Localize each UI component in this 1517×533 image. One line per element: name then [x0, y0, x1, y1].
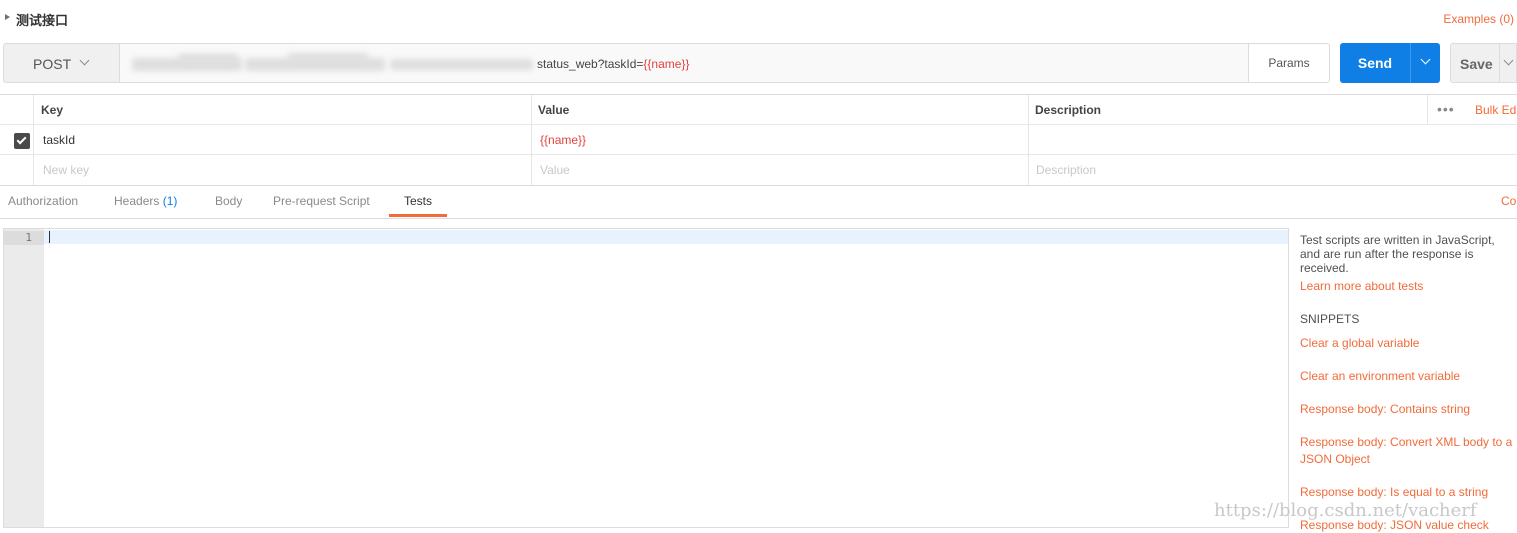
bulk-edit-link[interactable]: Bulk Ed: [1475, 95, 1516, 125]
params-table: Key Value Description ••• Bulk Ed taskId…: [0, 94, 1517, 186]
line-number: 1: [4, 231, 44, 245]
active-tab-indicator: [389, 214, 447, 217]
redacted-url-part: [178, 54, 238, 62]
tests-help-sidebar: Test scripts are written in JavaScript, …: [1300, 233, 1517, 533]
tab-pre-request-script[interactable]: Pre-request Script: [273, 194, 370, 208]
method-select[interactable]: POST: [3, 43, 120, 83]
snippets-heading: SNIPPETS: [1300, 312, 1360, 326]
tab-tests[interactable]: Tests: [404, 194, 432, 208]
redacted-url-part: [390, 59, 533, 70]
new-value-input[interactable]: Value: [540, 155, 570, 185]
new-description-input[interactable]: Description: [1036, 155, 1096, 185]
value-header: Value: [538, 103, 570, 117]
snippet-link-continued[interactable]: JSON Object: [1300, 451, 1370, 468]
tests-code-editor[interactable]: 1: [3, 228, 1289, 528]
chevron-down-icon: [79, 55, 90, 66]
snippet-link[interactable]: Response body: Is equal to a string: [1300, 484, 1488, 501]
chevron-down-icon[interactable]: [1503, 55, 1514, 66]
examples-link[interactable]: Examples (0): [1443, 12, 1514, 26]
tab-body[interactable]: Body: [215, 194, 242, 208]
divider: [1028, 125, 1029, 155]
url-input[interactable]: status_web?taskId={{name}}: [120, 43, 1250, 83]
snippet-link[interactable]: Clear a global variable: [1300, 335, 1419, 352]
url-bar: POST status_web?taskId={{name}} Params S…: [3, 43, 1517, 83]
divider: [33, 95, 34, 125]
new-key-input[interactable]: New key: [43, 155, 89, 185]
key-header: Key: [41, 103, 64, 117]
snippet-link[interactable]: Response body: Contains string: [1300, 401, 1470, 418]
request-tabs: Authorization Headers (1) Body Pre-reque…: [0, 186, 1517, 219]
table-row: taskId {{name}}: [0, 125, 1517, 155]
url-text: status_web?taskId={{name}}: [537, 57, 689, 71]
params-header-row: Key Value Description ••• Bulk Ed: [0, 95, 1517, 125]
divider: [1499, 44, 1500, 82]
send-button[interactable]: Send: [1340, 43, 1410, 83]
divider: [531, 155, 532, 185]
collapse-triangle-icon[interactable]: [5, 14, 10, 20]
snippet-link[interactable]: Response body: JSON value check: [1300, 517, 1489, 533]
param-value-input[interactable]: {{name}}: [540, 125, 586, 155]
headers-count-badge: (1): [162, 194, 178, 208]
learn-more-link[interactable]: Learn more about tests: [1300, 278, 1423, 295]
active-line-highlight: [44, 230, 1288, 244]
request-title-bar: 测试接口 Examples (0): [0, 0, 1517, 36]
new-param-row: New key Value Description: [0, 155, 1517, 185]
url-variable: {{name}}: [643, 57, 690, 71]
tab-headers-label: Headers: [114, 194, 160, 208]
divider: [33, 125, 34, 155]
url-path: status_web?taskId=: [537, 57, 644, 71]
param-enabled-checkbox[interactable]: [14, 133, 30, 149]
divider: [33, 155, 34, 185]
cookies-link[interactable]: Co: [1501, 194, 1516, 208]
param-key-input[interactable]: taskId: [43, 125, 75, 155]
save-label: Save: [1460, 56, 1493, 72]
more-options-icon[interactable]: •••: [1437, 95, 1457, 125]
save-button[interactable]: Save: [1450, 43, 1517, 83]
redacted-url-part: [288, 53, 368, 61]
checkmark-icon: [16, 134, 27, 145]
divider: [1028, 155, 1029, 185]
snippet-link[interactable]: Clear an environment variable: [1300, 368, 1460, 385]
description-header: Description: [1035, 103, 1102, 117]
divider: [1427, 95, 1428, 125]
tab-headers[interactable]: Headers (1): [114, 194, 177, 208]
text-cursor: [49, 231, 50, 243]
tests-description: Test scripts are written in JavaScript, …: [1300, 233, 1495, 275]
method-label: POST: [33, 56, 72, 72]
tab-authorization[interactable]: Authorization: [8, 194, 78, 208]
divider: [531, 125, 532, 155]
divider: [1028, 95, 1029, 125]
send-dropdown-button[interactable]: [1410, 43, 1440, 83]
line-number-gutter: [4, 229, 44, 527]
params-button[interactable]: Params: [1248, 43, 1330, 83]
divider: [531, 95, 532, 125]
chevron-down-icon: [1420, 54, 1431, 65]
snippet-link[interactable]: Response body: Convert XML body to a: [1300, 434, 1512, 451]
request-name[interactable]: 测试接口: [16, 10, 68, 29]
